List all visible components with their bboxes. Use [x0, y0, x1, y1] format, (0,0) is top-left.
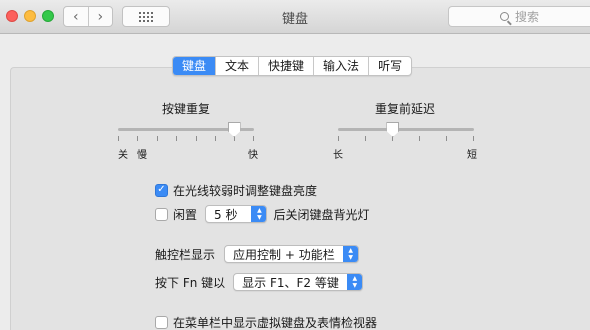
touch-bar-popup[interactable]: 应用控制 + 功能栏 ▲ ▼ — [224, 245, 359, 263]
delay-until-repeat-track[interactable] — [338, 128, 474, 131]
up-down-chevron-icon: ▲ ▼ — [342, 246, 358, 262]
chevron-up-icon: ▲ — [257, 206, 262, 214]
key-repeat-fast-label: 快 — [248, 150, 258, 161]
tab-dictation[interactable]: 听写 — [368, 57, 411, 75]
up-down-chevron-icon: ▲ ▼ — [251, 206, 267, 222]
backlight-off-option: 闲置 5 秒 ▲ ▼ 后关闭键盘背光灯 — [155, 205, 369, 223]
touch-bar-label: 触控栏显示 — [155, 247, 216, 262]
checkmark-icon: ✓ — [157, 184, 166, 195]
up-down-chevron-icon: ▲ ▼ — [346, 274, 362, 290]
slider-tick — [446, 136, 447, 141]
tab-keyboard[interactable]: 键盘 — [173, 57, 216, 75]
slider-tick — [473, 136, 474, 141]
adjust-brightness-option[interactable]: ✓ 在光线较弱时调整键盘亮度 — [155, 182, 317, 198]
slider-tick — [137, 136, 138, 141]
chevron-down-icon: ▼ — [348, 253, 354, 261]
slider-tick — [118, 136, 119, 141]
slider-tick — [196, 136, 197, 141]
slider-tick — [253, 136, 254, 141]
tab-bar: 键盘 文本 快捷键 输入法 听写 — [172, 56, 413, 76]
backlight-idle-value: 5 秒 — [214, 207, 238, 222]
slider-tick — [338, 136, 339, 141]
slider-tick — [419, 136, 420, 141]
key-repeat-slow-label: 慢 — [137, 150, 147, 161]
chevron-up-icon: ▲ — [352, 274, 358, 282]
key-repeat-off-label: 关 — [118, 150, 128, 161]
slider-tick — [365, 136, 366, 141]
delay-short-label: 短 — [467, 150, 477, 161]
title-bar: ‹ › 键盘 搜索 — [0, 0, 590, 34]
keyboard-preferences-window: ‹ › 键盘 搜索 键盘 文本 快捷键 输入法 听写 按键重复 关 慢 快 重复… — [0, 0, 590, 330]
search-field[interactable]: 搜索 — [448, 6, 590, 27]
show-viewers-checkbox[interactable] — [155, 315, 168, 329]
backlight-off-label: 后关闭键盘背光灯 — [273, 207, 370, 222]
slider-tick — [215, 136, 216, 141]
fn-key-value: 显示 F1、F2 等键 — [242, 275, 339, 290]
tab-input-sources[interactable]: 输入法 — [313, 57, 368, 75]
fn-key-label: 按下 Fn 键以 — [155, 275, 226, 290]
fn-key-popup[interactable]: 显示 F1、F2 等键 ▲ ▼ — [233, 273, 363, 291]
backlight-idle-label: 闲置 — [173, 207, 198, 222]
chevron-up-icon: ▲ — [348, 246, 354, 254]
fn-key-option: 按下 Fn 键以 显示 F1、F2 等键 ▲ ▼ — [155, 273, 363, 291]
adjust-brightness-checkbox[interactable]: ✓ — [155, 183, 168, 197]
search-placeholder: 搜索 — [514, 10, 539, 24]
touch-bar-option: 触控栏显示 应用控制 + 功能栏 ▲ ▼ — [155, 245, 359, 263]
show-viewers-label: 在菜单栏中显示虚拟键盘及表情检视器 — [173, 315, 378, 330]
search-icon — [499, 12, 509, 21]
chevron-down-icon: ▼ — [257, 213, 262, 221]
backlight-off-checkbox[interactable] — [155, 207, 168, 221]
key-repeat-label: 按键重复 — [162, 102, 211, 116]
chevron-down-icon: ▼ — [352, 281, 358, 289]
backlight-idle-popup[interactable]: 5 秒 ▲ ▼ — [205, 205, 268, 223]
slider-tick — [157, 136, 158, 141]
delay-long-label: 长 — [333, 150, 343, 161]
adjust-brightness-label: 在光线较弱时调整键盘亮度 — [173, 183, 318, 198]
show-viewers-option[interactable]: 在菜单栏中显示虚拟键盘及表情检视器 — [155, 314, 377, 330]
delay-until-repeat-label: 重复前延迟 — [375, 102, 436, 116]
tab-shortcuts[interactable]: 快捷键 — [258, 57, 313, 75]
tab-text[interactable]: 文本 — [215, 57, 258, 75]
slider-tick — [176, 136, 177, 141]
touch-bar-value: 应用控制 + 功能栏 — [233, 247, 335, 262]
